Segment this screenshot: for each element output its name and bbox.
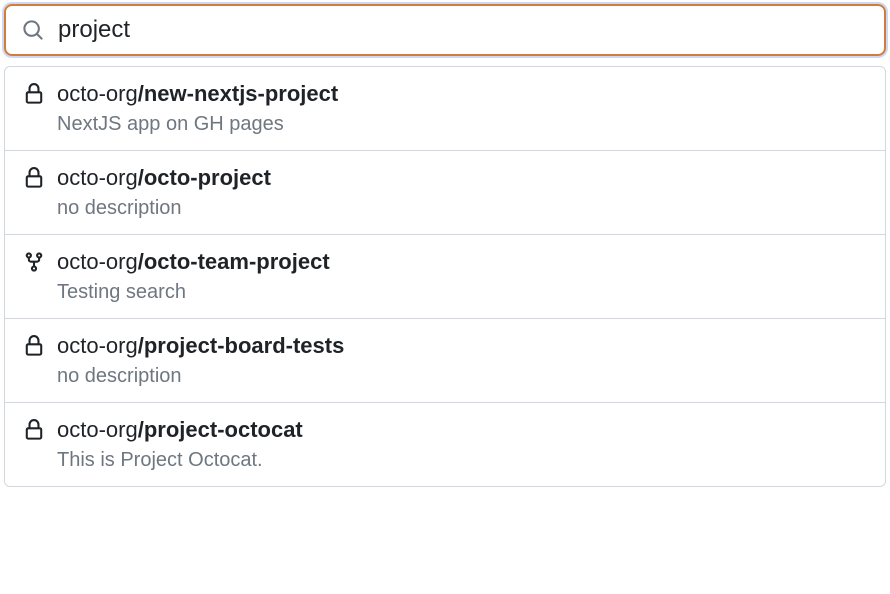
search-input-wrapper[interactable] [4,4,886,56]
repo-name: octo-org/octo-project [57,165,271,191]
repo-org: octo-org [57,417,138,442]
repo-repo: new-nextjs-project [144,81,338,106]
repo-name: octo-org/project-octocat [57,417,303,443]
repo-org: octo-org [57,81,138,106]
repo-org: octo-org [57,333,138,358]
result-header: octo-org/project-board-tests [23,333,867,359]
lock-icon [23,419,45,441]
result-item[interactable]: octo-org/octo-team-project Testing searc… [5,235,885,319]
search-input[interactable] [58,16,868,44]
result-item[interactable]: octo-org/new-nextjs-project NextJS app o… [5,67,885,151]
result-header: octo-org/project-octocat [23,417,867,443]
search-container: octo-org/new-nextjs-project NextJS app o… [4,4,886,487]
repo-repo: project-octocat [144,417,303,442]
repo-repo: octo-project [144,165,271,190]
repo-org: octo-org [57,165,138,190]
repo-repo: project-board-tests [144,333,344,358]
result-item[interactable]: octo-org/octo-project no description [5,151,885,235]
result-item[interactable]: octo-org/project-octocat This is Project… [5,403,885,486]
result-description: Testing search [57,281,867,304]
lock-icon [23,335,45,357]
fork-icon [23,251,45,273]
repo-name: octo-org/project-board-tests [57,333,344,359]
result-description: no description [57,365,867,388]
results-list: octo-org/new-nextjs-project NextJS app o… [4,66,886,487]
result-description: This is Project Octocat. [57,449,867,472]
result-header: octo-org/new-nextjs-project [23,81,867,107]
repo-repo: octo-team-project [144,249,330,274]
repo-name: octo-org/new-nextjs-project [57,81,338,107]
lock-icon [23,83,45,105]
lock-icon [23,167,45,189]
repo-name: octo-org/octo-team-project [57,249,330,275]
result-description: NextJS app on GH pages [57,113,867,136]
search-icon [22,19,44,41]
result-item[interactable]: octo-org/project-board-tests no descript… [5,319,885,403]
result-header: octo-org/octo-team-project [23,249,867,275]
repo-org: octo-org [57,249,138,274]
result-header: octo-org/octo-project [23,165,867,191]
result-description: no description [57,197,867,220]
